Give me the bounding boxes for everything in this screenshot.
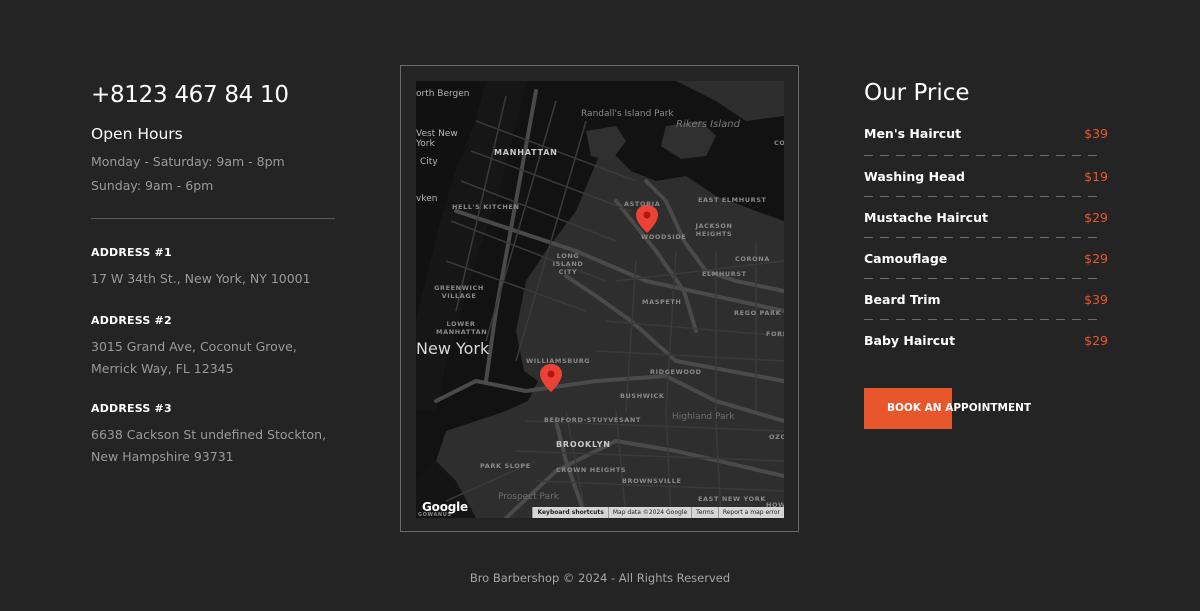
service-price: $29 (1084, 210, 1108, 225)
report-map-error-link[interactable]: Report a map error (717, 507, 784, 518)
map-label: New York (416, 339, 490, 358)
service-name: Washing Head (864, 169, 965, 184)
google-logo[interactable]: Google (422, 500, 468, 514)
map-label: WILLIAMSBURG (526, 357, 591, 365)
address-text: 3015 Grand Ave, Coconut Grove, Merrick W… (91, 336, 335, 380)
map-label: BROWNSVILLE (622, 477, 682, 485)
price-row: Mustache Haircut $29 (864, 197, 1108, 238)
terms-link[interactable]: Terms (691, 507, 718, 518)
service-price: $39 (1084, 292, 1108, 307)
address-title: ADDRESS #3 (91, 402, 172, 415)
service-name: Baby Haircut (864, 333, 956, 348)
map-label: vken (416, 194, 438, 204)
keyboard-shortcuts-link[interactable]: Keyboard shortcuts (532, 507, 608, 518)
book-appointment-button[interactable]: BOOK AN APPOINTMENT (864, 388, 1031, 429)
address-block-1: ADDRESS #1 17 W 34th St., New York, NY 1… (91, 246, 335, 290)
contact-column: +8123 467 84 10 Open Hours Monday - Satu… (91, 80, 335, 468)
map-label: Vest New York (416, 129, 458, 149)
address-line: New Hampshire 93731 (91, 449, 234, 464)
price-row: Washing Head $19 (864, 156, 1108, 197)
map-label: BUSHWICK (620, 392, 665, 400)
map-label: BROOKLYN (556, 440, 611, 449)
map-label: Randall's Island Park (581, 109, 674, 119)
hours-sunday: Sunday: 9am - 6pm (91, 178, 214, 193)
address-title: ADDRESS #1 (91, 246, 172, 259)
map-frame: orth Bergen Vest New York City vken MANH… (400, 65, 799, 532)
address-line: 6638 Cackson St undefined Stockton, (91, 427, 327, 442)
map-label: City (420, 157, 438, 167)
map-label: RIDGEWOOD (650, 368, 702, 376)
service-price: $39 (1084, 126, 1108, 141)
map-label: HELL'S KITCHEN (452, 203, 520, 211)
map-label: MASPETH (642, 298, 682, 306)
open-hours-title: Open Hours (91, 125, 183, 143)
price-row: Men's Haircut $39 (864, 118, 1108, 156)
price-column: Our Price Men's Haircut $39 Washing Head… (864, 80, 1108, 429)
map-label: WOODSIDE (641, 233, 687, 241)
price-row: Baby Haircut $29 (864, 320, 1108, 361)
map-label: CROWN HEIGHTS (556, 466, 627, 474)
footer-copyright: Bro Barbershop © 2024 - All Rights Reser… (469, 571, 731, 585)
map-label: BEDFORD-STUYVESANT (544, 416, 641, 424)
address-line: 17 W 34th St., New York, NY 10001 (91, 271, 311, 286)
price-list: Men's Haircut $39 Washing Head $19 Musta… (864, 118, 1108, 361)
map-label: PARK SLOPE (480, 462, 531, 470)
book-appointment-label: BOOK AN APPOINTMENT (887, 402, 1032, 414)
map-label: EAST ELMHURST (698, 196, 767, 204)
map-label: REGO PARK (734, 309, 782, 317)
address-text: 17 W 34th St., New York, NY 10001 (91, 268, 335, 290)
service-name: Camouflage (864, 251, 948, 266)
map-label: Prospect Park (498, 492, 560, 502)
map-attribution-bar: Keyboard shortcuts Map data ©2024 Google… (532, 507, 784, 518)
price-title: Our Price (864, 80, 970, 106)
map-label: Highland Park (672, 412, 735, 422)
map-label: JACKSON HEIGHTS (695, 222, 733, 238)
map-label: GREENWICH VILLAGE (434, 284, 484, 300)
divider (91, 218, 335, 219)
map-label: ASTORIA (624, 200, 661, 208)
map-label: CORONA (735, 255, 770, 263)
map-label: LOWER MANHATTAN (436, 320, 488, 336)
service-name: Mustache Haircut (864, 210, 988, 225)
map-label: OZO (769, 433, 784, 441)
google-map[interactable]: orth Bergen Vest New York City vken MANH… (416, 81, 784, 518)
map-label: orth Bergen (416, 89, 470, 99)
address-block-3: ADDRESS #3 6638 Cackson St undefined Sto… (91, 402, 335, 468)
price-row: Beard Trim $39 (864, 279, 1108, 320)
service-name: Men's Haircut (864, 126, 962, 141)
address-line: Merrick Way, FL 12345 (91, 361, 234, 376)
address-title: ADDRESS #2 (91, 314, 172, 327)
map-label: ELMHURST (702, 270, 747, 278)
service-price: $29 (1084, 251, 1108, 266)
map-label: Rikers Island (676, 119, 740, 130)
service-name: Beard Trim (864, 292, 941, 307)
map-label: CO (774, 139, 784, 147)
phone-number[interactable]: +8123 467 84 10 (91, 80, 335, 110)
map-label: EAST NEW YORK (698, 495, 767, 503)
service-price: $29 (1084, 333, 1108, 348)
hours-weekday: Monday - Saturday: 9am - 8pm (91, 154, 285, 169)
map-label: MANHATTAN (494, 148, 558, 157)
address-text: 6638 Cackson St undefined Stockton, New … (91, 424, 335, 468)
address-block-2: ADDRESS #2 3015 Grand Ave, Coconut Grove… (91, 314, 335, 380)
address-line: 3015 Grand Ave, Coconut Grove, (91, 339, 297, 354)
price-row: Camouflage $29 (864, 238, 1108, 279)
map-label: LONG ISLAND CITY (552, 252, 584, 276)
service-price: $19 (1084, 169, 1108, 184)
map-label: FORE (766, 330, 784, 338)
map-data-credit: Map data ©2024 Google (607, 507, 692, 518)
